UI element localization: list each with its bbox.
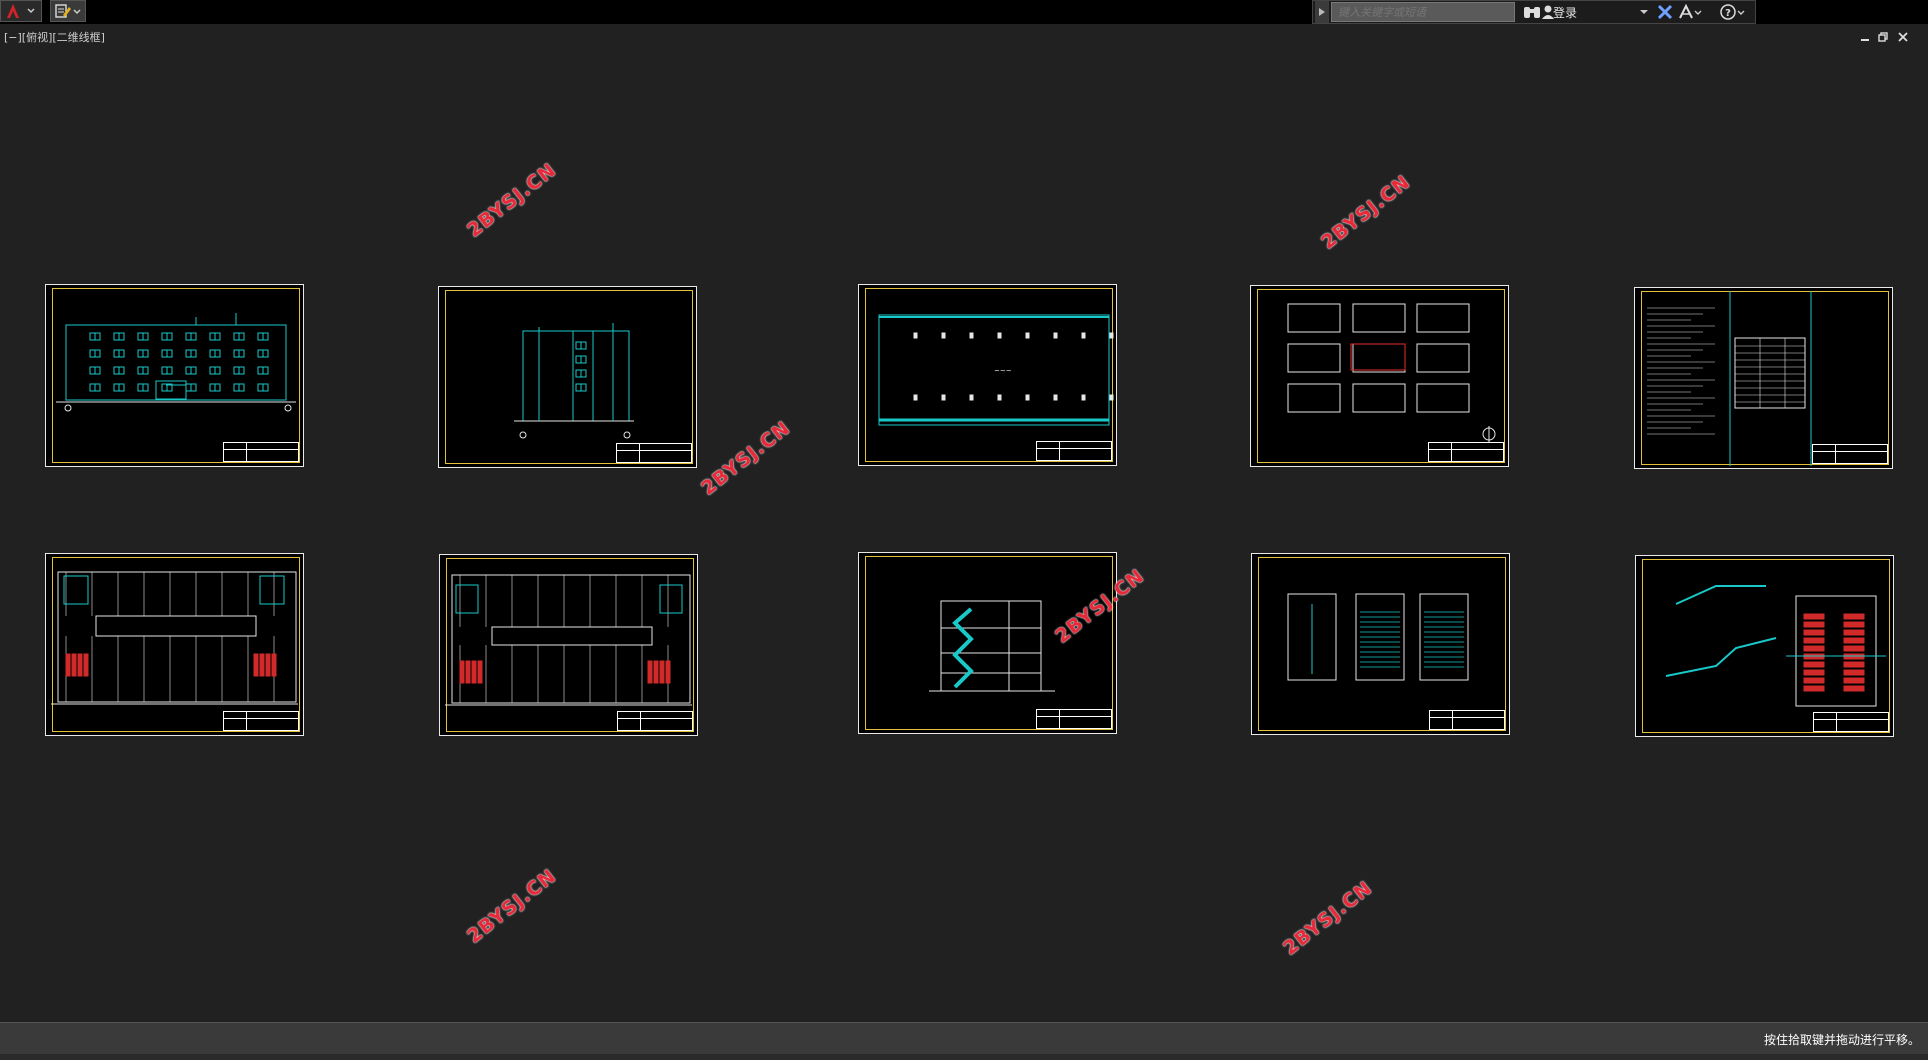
- title-block: [223, 711, 299, 731]
- chevron-down-icon[interactable]: [1639, 3, 1649, 21]
- viewport-controls-label[interactable]: [−][俯视][二维线框]: [4, 29, 105, 45]
- drawing-sheet-floor-plan-2[interactable]: [439, 554, 698, 736]
- watermark-text: 2BYSJ.CN: [697, 416, 795, 500]
- expand-search-button[interactable]: [1315, 1, 1329, 23]
- drawing-sheet-elevation-side[interactable]: [438, 286, 697, 468]
- minimize-icon[interactable]: [1858, 30, 1872, 44]
- sheet-drawing: ~~~: [878, 314, 1114, 426]
- watermark-text: 2BYSJ.CN: [1317, 170, 1415, 254]
- sheet-drawing: [514, 323, 634, 439]
- search-input[interactable]: [1331, 2, 1515, 22]
- drawing-sheet-floor-plan-1[interactable]: [45, 553, 304, 736]
- title-block: [1429, 710, 1505, 730]
- watermark-text: 2BYSJ.CN: [1279, 876, 1377, 960]
- close-icon[interactable]: [1896, 30, 1910, 44]
- title-block: [1036, 441, 1112, 461]
- infocenter-bar: 登录 ?: [1312, 0, 1756, 24]
- exchange-apps-icon[interactable]: [1655, 3, 1675, 21]
- autocad-a-icon: [7, 4, 35, 18]
- drawing-sheet-roof-plan[interactable]: ~~~: [858, 284, 1117, 466]
- quick-access-tool-button[interactable]: [50, 0, 86, 22]
- drawing-sheet-section-1-1[interactable]: [858, 552, 1117, 734]
- title-block: [1812, 444, 1888, 464]
- save-edit-icon: [55, 4, 81, 18]
- drawing-sheet-stair-details[interactable]: [1635, 555, 1894, 737]
- sheet-drawing: [929, 600, 1055, 692]
- title-block: [1428, 442, 1504, 462]
- restore-icon[interactable]: [1876, 30, 1890, 44]
- sheet-drawing: [56, 313, 296, 412]
- sheet-drawing: [1287, 593, 1469, 681]
- autodesk-a360-icon[interactable]: [1677, 3, 1703, 21]
- play-arrow-icon: [1319, 8, 1325, 16]
- title-block: [1813, 712, 1889, 732]
- title-block: [223, 442, 299, 462]
- title-block: [617, 711, 693, 731]
- drawing-sheet-notes-sheet[interactable]: [1634, 287, 1893, 469]
- drawing-sheet-site-plan[interactable]: [1250, 285, 1509, 467]
- status-bar: 按住拾取键并拖动进行平移。: [0, 1022, 1928, 1055]
- sheet-drawing: [1287, 303, 1496, 442]
- sheet-drawing: [51, 571, 298, 705]
- sheet-drawing: [445, 574, 692, 706]
- title-block: [1036, 709, 1112, 729]
- bottom-strip: [0, 1054, 1928, 1060]
- svg-text:?: ?: [1725, 8, 1731, 19]
- svg-text:~~~: ~~~: [994, 367, 1012, 375]
- login-link[interactable]: 登录: [1553, 4, 1577, 21]
- title-block: [616, 443, 692, 463]
- watermark-text: 2BYSJ.CN: [463, 158, 561, 242]
- help-icon[interactable]: ?: [1719, 3, 1747, 21]
- application-menu-button[interactable]: [0, 0, 42, 22]
- drawing-sheet-elevation-front[interactable]: [45, 284, 304, 467]
- sheet-drawing: [1647, 291, 1812, 466]
- drawing-sheet-stair-plans[interactable]: [1251, 553, 1510, 735]
- status-message: 按住拾取键并拖动进行平移。: [1763, 1033, 1920, 1047]
- binoculars-icon[interactable]: [1521, 3, 1543, 21]
- sheet-drawing: [1665, 585, 1886, 707]
- watermark-text: 2BYSJ.CN: [463, 864, 561, 948]
- title-bar: 登录 ?: [0, 0, 1928, 24]
